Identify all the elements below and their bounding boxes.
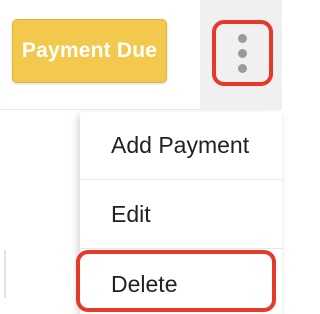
screen: Payment Due Add Payment Edit Delete	[0, 0, 282, 314]
menu-item-edit[interactable]: Edit	[80, 181, 282, 249]
header-bar: Payment Due	[0, 0, 282, 110]
menu-item-delete[interactable]: Delete	[80, 250, 282, 314]
payment-status-button[interactable]: Payment Due	[12, 19, 167, 83]
menu-item-add-payment[interactable]: Add Payment	[80, 112, 282, 180]
actions-dropdown-menu: Add Payment Edit Delete	[80, 112, 282, 314]
more-vertical-icon-dot	[238, 63, 247, 73]
more-actions-button[interactable]	[212, 20, 273, 86]
more-vertical-icon-dot	[238, 48, 247, 58]
more-vertical-icon	[238, 33, 247, 43]
background-divider	[0, 250, 6, 298]
